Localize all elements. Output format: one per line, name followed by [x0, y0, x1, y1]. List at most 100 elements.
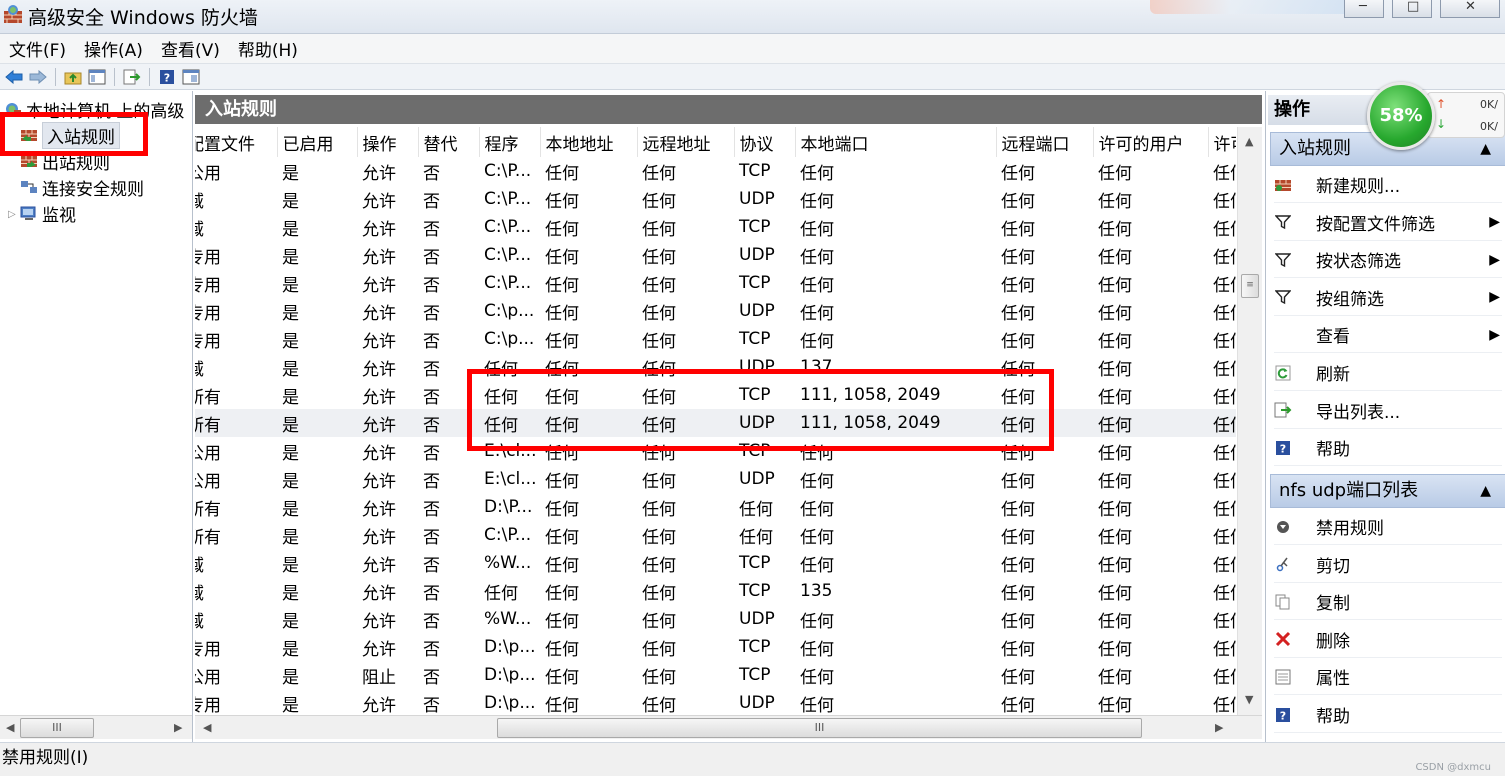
show-hide-tree-icon: [88, 69, 106, 84]
action-item[interactable]: 查看 ▶: [1274, 317, 1502, 354]
action-item[interactable]: 删除: [1274, 622, 1502, 658]
action-item[interactable]: 刷新: [1274, 355, 1502, 391]
table-cell: 任何: [1213, 219, 1236, 240]
scroll-down-icon[interactable]: ▼: [1245, 693, 1253, 706]
action-item[interactable]: 按组筛选 ▶: [1274, 280, 1502, 316]
action-item[interactable]: 按配置文件筛选 ▶: [1274, 205, 1502, 241]
column-header[interactable]: 已启用: [277, 127, 358, 157]
action-item[interactable]: 新建规则...: [1274, 167, 1502, 203]
help-button[interactable]: ?: [156, 67, 178, 87]
back-button[interactable]: [3, 67, 25, 87]
table-row[interactable]: 所有 是 允许 否 D:\P... 任何 任何 任何 任何 任何 任何 任何: [195, 493, 1236, 521]
table-row[interactable]: 专用 是 允许 否 C:\p... 任何 任何 TCP 任何 任何 任何 任何: [195, 325, 1236, 353]
table-row[interactable]: 所有 是 允许 否 C:\P... 任何 任何 任何 任何 任何 任何 任何: [195, 521, 1236, 549]
table-cell: UDP: [739, 301, 775, 321]
scroll-right-icon[interactable]: ▶: [174, 721, 182, 734]
table-cell: C:\P...: [484, 217, 532, 237]
column-header[interactable]: 配置文件: [195, 127, 278, 157]
table-cell: 否: [423, 471, 440, 492]
column-header[interactable]: 协议: [734, 127, 796, 157]
table-row[interactable]: 专用 是 允许 否 D:\p... 任何 任何 UDP 任何 任何 任何 任何: [195, 689, 1236, 716]
table-row[interactable]: 专用 是 允许 否 D:\p... 任何 任何 TCP 任何 任何 任何 任何: [195, 633, 1236, 661]
table-vertical-scrollbar[interactable]: ▲ ≡ ▼: [1237, 127, 1262, 716]
column-header[interactable]: 程序: [479, 127, 541, 157]
table-cell: 任何: [545, 695, 579, 716]
table-cell: 允许: [362, 583, 396, 604]
forward-button[interactable]: [27, 67, 49, 87]
connection-security-icon: [21, 181, 37, 193]
table-row[interactable]: 公用 是 允许 否 E:\cl... 任何 任何 UDP 任何 任何 任何 任何: [195, 465, 1236, 493]
table-cell: 任何: [1098, 639, 1132, 660]
action-item[interactable]: 剪切: [1274, 547, 1502, 583]
table-cell: TCP: [739, 329, 771, 349]
table-cell: 允许: [362, 275, 396, 296]
column-header[interactable]: 操作: [357, 127, 419, 157]
table-cell: 域: [195, 219, 204, 240]
maximize-button[interactable]: □: [1392, 0, 1432, 18]
scroll-left-icon[interactable]: ◀: [6, 721, 14, 734]
up-one-level-button[interactable]: [62, 67, 84, 87]
table-row[interactable]: 域 是 允许 否 C:\P... 任何 任何 TCP 任何 任何 任何 任何: [195, 213, 1236, 241]
new-rule-icon: [1274, 176, 1292, 194]
table-row[interactable]: 公用 是 阻止 否 D:\p... 任何 任何 TCP 任何 任何 任何 任何: [195, 661, 1236, 689]
properties-button[interactable]: [180, 67, 202, 87]
scroll-thumb[interactable]: III: [20, 718, 94, 738]
table-row[interactable]: 域 是 允许 否 %W... 任何 任何 UDP 任何 任何 任何 任何: [195, 605, 1236, 633]
export-list-button[interactable]: [121, 67, 143, 87]
table-row[interactable]: 域 是 允许 否 C:\P... 任何 任何 UDP 任何 任何 任何 任何: [195, 185, 1236, 213]
action-item[interactable]: ? 帮助: [1274, 697, 1502, 733]
filter-icon: [1274, 251, 1292, 269]
scroll-right-icon[interactable]: ▶: [1215, 721, 1223, 734]
column-header[interactable]: 远程端口: [996, 127, 1094, 157]
table-row[interactable]: 域 是 允许 否 %W... 任何 任何 TCP 任何 任何 任何 任何: [195, 549, 1236, 577]
table-row[interactable]: 公用 是 允许 否 C:\P... 任何 任何 TCP 任何 任何 任何 任何: [195, 157, 1236, 185]
tree-item-monitoring[interactable]: 监视: [20, 200, 76, 226]
scroll-thumb[interactable]: III: [497, 718, 1142, 738]
scroll-left-icon[interactable]: ◀: [203, 721, 211, 734]
column-header[interactable]: 本地地址: [540, 127, 638, 157]
column-header[interactable]: 许可: [1208, 127, 1236, 157]
show-hide-tree-button[interactable]: [86, 67, 108, 87]
menu-action[interactable]: 操作(A): [75, 36, 152, 61]
collapse-icon[interactable]: ▲: [1480, 475, 1491, 507]
menu-help[interactable]: 帮助(H): [229, 36, 307, 61]
table-cell: UDP: [739, 469, 775, 489]
menu-file[interactable]: 文件(F): [0, 36, 75, 61]
table-cell: 任何: [1001, 611, 1035, 632]
table-cell: 任何: [1098, 443, 1132, 464]
tree-item-connection-security-rules[interactable]: 连接安全规则: [20, 174, 144, 200]
action-item[interactable]: 导出列表...: [1274, 393, 1502, 429]
scroll-up-icon[interactable]: ▲: [1245, 135, 1253, 148]
table-cell: 任何: [1098, 247, 1132, 268]
table-horizontal-scrollbar[interactable]: ◀ III ▶: [195, 715, 1262, 739]
vertical-scroll-thumb[interactable]: ≡: [1241, 274, 1259, 298]
table-cell: D:\p...: [484, 693, 536, 713]
column-header[interactable]: 本地端口: [795, 127, 997, 157]
close-button[interactable]: ✕: [1440, 0, 1500, 18]
minimize-button[interactable]: ─: [1344, 0, 1384, 18]
action-item[interactable]: ? 帮助: [1274, 430, 1502, 467]
table-cell: TCP: [739, 581, 771, 601]
expand-arrow-icon[interactable]: ▷: [8, 209, 16, 220]
table-row[interactable]: 域 是 允许 否 任何 任何 任何 TCP 135 任何 任何 任何: [195, 577, 1236, 605]
network-speed-widget[interactable]: ↑ 0K/ ↓ 0K/ 58%: [1367, 82, 1505, 150]
table-cell: 任何: [1001, 499, 1035, 520]
column-header[interactable]: 远程地址: [637, 127, 735, 157]
tree-horizontal-scrollbar[interactable]: ◀ III ▶: [0, 715, 192, 739]
action-item[interactable]: 属性: [1274, 659, 1502, 696]
memory-usage-gauge[interactable]: 58%: [1367, 82, 1435, 150]
action-item[interactable]: 复制: [1274, 584, 1502, 621]
action-item[interactable]: 按状态筛选 ▶: [1274, 242, 1502, 279]
submenu-arrow-icon: ▶: [1489, 251, 1500, 268]
table-cell: 是: [282, 275, 299, 296]
table-cell: 任何: [800, 639, 834, 660]
actions-section-selected-rule[interactable]: nfs udp端口列表 ▲: [1270, 474, 1505, 508]
action-item[interactable]: 禁用规则: [1274, 509, 1502, 545]
column-header[interactable]: 许可的用户: [1093, 127, 1209, 157]
table-row[interactable]: 专用 是 允许 否 C:\P... 任何 任何 TCP 任何 任何 任何 任何: [195, 269, 1236, 297]
table-row[interactable]: 专用 是 允许 否 C:\P... 任何 任何 UDP 任何 任何 任何 任何: [195, 241, 1236, 269]
column-header[interactable]: 替代: [418, 127, 480, 157]
table-cell: 任何: [800, 275, 834, 296]
menu-view[interactable]: 查看(V): [152, 36, 229, 61]
table-row[interactable]: 专用 是 允许 否 C:\p... 任何 任何 UDP 任何 任何 任何 任何: [195, 297, 1236, 325]
